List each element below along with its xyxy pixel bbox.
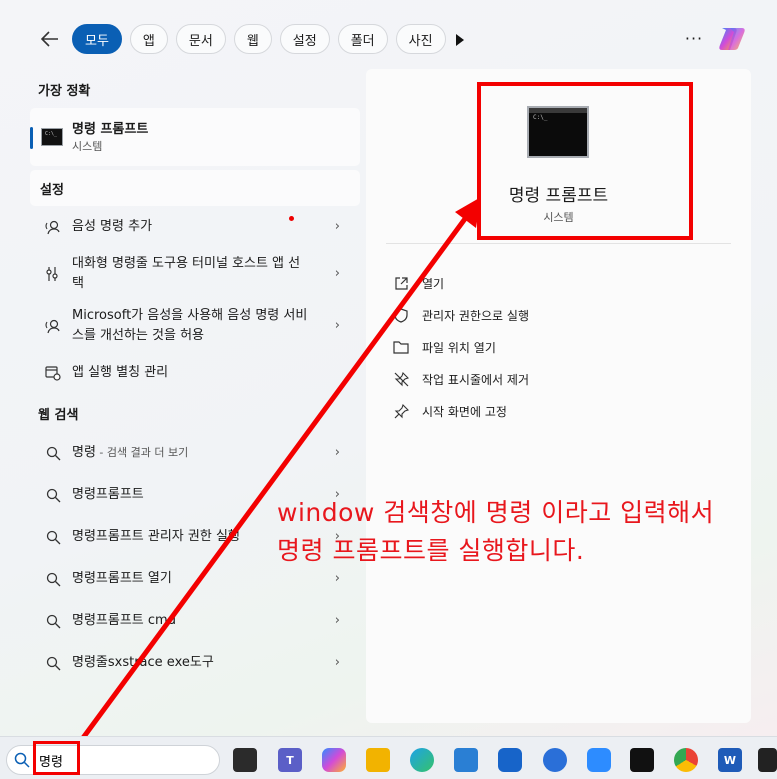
- settings-item-label: 대화형 명령줄 도구용 터미널 호스트 앱 선택: [72, 256, 301, 291]
- annotation-text: window 검색창에 명령 이라고 입력해서 명령 프롬프트를 실행합니다.: [277, 494, 714, 570]
- search-icon: [44, 612, 62, 630]
- settings-item[interactable]: 대화형 명령줄 도구용 터미널 호스트 앱 선택 ›: [30, 248, 360, 300]
- details-subtitle: 시스템: [543, 211, 574, 224]
- chevron-right-icon: ›: [334, 445, 340, 460]
- best-match-subtitle: 시스템: [72, 140, 103, 153]
- chevron-right-icon: ›: [334, 571, 340, 586]
- action-unpin-taskbar[interactable]: 작업 표시줄에서 제거: [392, 363, 529, 395]
- chip-all[interactable]: 모두: [72, 24, 122, 54]
- web-result-label: 명령: [72, 445, 96, 460]
- task-view-icon[interactable]: [233, 748, 257, 772]
- best-match-heading: 가장 정확: [38, 83, 91, 99]
- search-icon: [44, 444, 62, 462]
- edge-icon[interactable]: [410, 748, 434, 772]
- settings-heading: 설정: [30, 170, 360, 206]
- filter-chips: 모두 앱 문서 웹 설정 폴더 사진: [72, 24, 446, 54]
- action-label: 관리자 권한으로 실행: [422, 308, 529, 323]
- settings-item-label: Microsoft가 음성을 사용해 음성 명령 서비스를 개선하는 것을 허용: [72, 308, 308, 343]
- details-title: 명령 프롬프트: [508, 186, 609, 206]
- search-icon: [44, 486, 62, 504]
- annotation-line-1: window 검색창에 명령 이라고 입력해서: [277, 498, 715, 527]
- action-label: 작업 표시줄에서 제거: [422, 372, 529, 387]
- open-icon: [392, 274, 410, 292]
- action-label: 열기: [422, 276, 445, 291]
- details-panel: C:\_ 명령 프롬프트 시스템 열기 관리자 권한으로 실행 파일 위치 열기…: [366, 69, 751, 723]
- web-search-heading: 웹 검색: [38, 407, 79, 423]
- chip-photos[interactable]: 사진: [395, 24, 446, 54]
- store-icon[interactable]: [454, 748, 478, 772]
- search-panel: 모두 앱 문서 웹 설정 폴더 사진 ··· 가장 정확 C:\_ 명령 프롬프…: [0, 0, 777, 736]
- taskbar-search-box[interactable]: [6, 745, 220, 775]
- chrome-icon[interactable]: [674, 748, 698, 772]
- action-label: 파일 위치 열기: [422, 340, 496, 355]
- settings-item[interactable]: 음성 명령 추가 ›: [30, 206, 360, 248]
- app-alias-icon: [44, 364, 62, 382]
- chevron-right-icon: ›: [334, 318, 340, 333]
- folder-icon: [392, 338, 410, 356]
- copilot-taskbar-icon[interactable]: [322, 748, 346, 772]
- search-icon: [44, 528, 62, 546]
- chip-folders[interactable]: 폴더: [337, 24, 388, 54]
- action-list: 열기 관리자 권한으로 실행 파일 위치 열기 작업 표시줄에서 제거 시작 화…: [392, 267, 529, 427]
- pin-icon: [392, 402, 410, 420]
- scroll-chips-right-icon[interactable]: [450, 30, 470, 50]
- annotation-line-2: 명령 프롬프트를 실행합니다.: [277, 536, 585, 565]
- web-result-suffix: - 검색 결과 더 보기: [95, 446, 189, 459]
- back-arrow-icon[interactable]: [37, 26, 63, 52]
- selection-indicator: [30, 127, 33, 149]
- web-result-label: 명령프롬프트 열기: [72, 571, 172, 586]
- chip-settings[interactable]: 설정: [279, 24, 330, 54]
- chip-documents[interactable]: 문서: [175, 24, 226, 54]
- search-icon: [14, 752, 30, 772]
- copilot-icon[interactable]: [716, 24, 748, 54]
- terminal-settings-icon: [44, 265, 62, 283]
- divider: [386, 243, 731, 244]
- settings-item-label: 음성 명령 추가: [72, 219, 153, 234]
- action-run-as-admin[interactable]: 관리자 권한으로 실행: [392, 299, 529, 331]
- settings-item[interactable]: 앱 실행 별칭 관리: [30, 352, 360, 394]
- speech-icon: [44, 317, 62, 335]
- action-open[interactable]: 열기: [392, 267, 529, 299]
- terminal-2-icon[interactable]: [758, 748, 777, 772]
- chip-web[interactable]: 웹: [233, 24, 272, 54]
- action-label: 시작 화면에 고정: [422, 404, 507, 419]
- terminal-icon[interactable]: [630, 748, 654, 772]
- web-result-label: 명령프롬프트 cmd: [72, 613, 176, 628]
- web-result-label: 명령프롬프트: [72, 487, 144, 502]
- file-explorer-icon[interactable]: [366, 748, 390, 772]
- web-result-label: 명령프롬프트 관리자 권한 실행: [72, 529, 240, 544]
- taskbar: T W: [0, 736, 777, 779]
- web-result-label: 명령줄sxstrace exe도구: [72, 655, 214, 670]
- unpin-icon: [392, 370, 410, 388]
- search-input[interactable]: [39, 750, 209, 770]
- settings-item-label: 앱 실행 별칭 관리: [72, 365, 169, 380]
- best-match-item[interactable]: C:\_ 명령 프롬프트 시스템: [30, 108, 360, 166]
- search-icon: [44, 654, 62, 672]
- settings-item[interactable]: Microsoft가 음성을 사용해 음성 명령 서비스를 개선하는 것을 허용…: [30, 300, 360, 352]
- results-list: 가장 정확 C:\_ 명령 프롬프트 시스템 설정 음성 명령 추가 › 대화형…: [30, 70, 360, 684]
- web-result-item[interactable]: 명령줄sxstrace exe도구 ›: [30, 642, 360, 684]
- chip-apps[interactable]: 앱: [129, 24, 168, 54]
- shield-icon: [392, 306, 410, 324]
- zoom-icon[interactable]: [587, 748, 611, 772]
- command-prompt-large-icon: C:\_: [527, 106, 589, 158]
- sync-icon[interactable]: [543, 748, 567, 772]
- more-options-icon[interactable]: ···: [683, 28, 705, 48]
- best-match-title: 명령 프롬프트: [72, 122, 149, 137]
- app-grid-icon[interactable]: [498, 748, 522, 772]
- chevron-right-icon: ›: [334, 655, 340, 670]
- word-icon[interactable]: W: [718, 748, 742, 772]
- red-dot-marker: [289, 216, 294, 221]
- teams-icon[interactable]: T: [278, 748, 302, 772]
- search-icon: [44, 570, 62, 588]
- chevron-right-icon: ›: [334, 219, 340, 234]
- action-pin-start[interactable]: 시작 화면에 고정: [392, 395, 529, 427]
- chevron-right-icon: ›: [334, 613, 340, 628]
- web-result-item[interactable]: 명령프롬프트 cmd ›: [30, 600, 360, 642]
- action-open-file-location[interactable]: 파일 위치 열기: [392, 331, 529, 363]
- speech-icon: [44, 218, 62, 236]
- command-prompt-icon: C:\_: [41, 128, 63, 146]
- web-result-item[interactable]: 명령 - 검색 결과 더 보기 ›: [30, 432, 360, 474]
- chevron-right-icon: ›: [334, 266, 340, 281]
